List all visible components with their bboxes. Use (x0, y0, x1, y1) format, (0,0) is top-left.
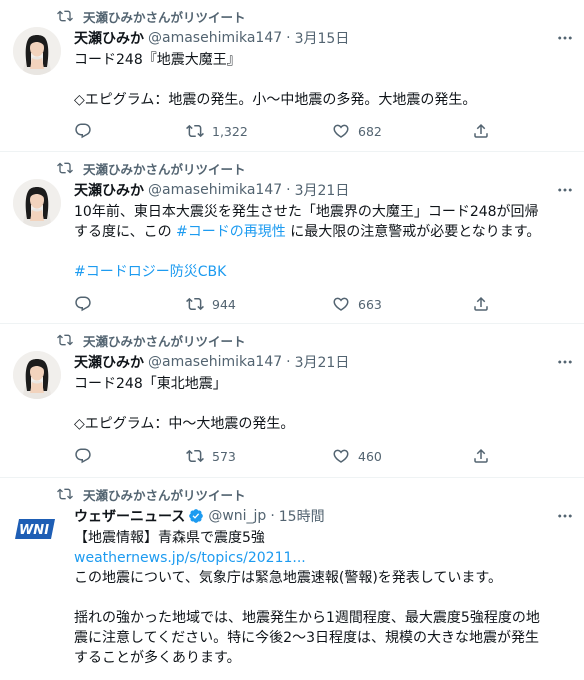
display-name[interactable]: 天瀬ひみか (74, 28, 144, 48)
separator-dot: · (286, 30, 291, 46)
avatar[interactable] (13, 179, 61, 227)
tweet-2[interactable]: 天瀬ひみかさんがリツイート 天瀬ひみか @amasehimika147 · 3月… (0, 152, 584, 324)
share-button[interactable] (472, 294, 498, 314)
heart-icon (332, 122, 350, 140)
wni-logo-text: WNI (19, 523, 49, 538)
more-options-icon[interactable] (556, 181, 574, 199)
tweet-actions: 944 663 (66, 294, 506, 314)
tweet-line: する度に、この #コードの再現性 に最大限の注意警戒が必要となります。 (74, 222, 572, 242)
retweet-icon (186, 447, 204, 465)
retweet-button[interactable]: 1,322 (186, 121, 248, 141)
share-icon (472, 295, 490, 313)
more-options-icon[interactable] (556, 29, 574, 47)
tweet-text: コード248『地震大魔王』 ◇エピグラム：地震の発生。小〜中地震の多発。大地震の… (74, 50, 572, 110)
retweet-icon (57, 8, 73, 24)
retweet-label[interactable]: 天瀬ひみかさんがリツイート (83, 159, 246, 178)
retweet-indicator: 天瀬ひみかさんがリツイート (57, 7, 246, 25)
retweet-count: 944 (212, 296, 236, 312)
user-handle[interactable]: @amasehimika147 (148, 354, 282, 370)
share-icon (472, 447, 490, 465)
retweet-icon (186, 295, 204, 313)
more-options-icon[interactable] (556, 507, 574, 525)
avatar[interactable] (13, 351, 61, 399)
wni-avatar[interactable]: WNI (13, 505, 61, 553)
tweet-4[interactable]: 天瀬ひみかさんがリツイート WNI ウェザーニュース @wni_jp · 15時… (0, 478, 584, 680)
display-name[interactable]: ウェザーニュース (74, 506, 185, 526)
like-count: 682 (358, 123, 382, 139)
tweet-actions: 573 460 (66, 446, 506, 466)
hashtag-link[interactable]: #コードの再現性 (176, 224, 286, 240)
retweet-icon (57, 486, 73, 502)
separator-dot: · (270, 508, 275, 524)
tweet-line: することが多くあります。 (74, 650, 241, 666)
like-button[interactable]: 460 (332, 446, 382, 466)
retweet-indicator: 天瀬ひみかさんがリツイート (57, 331, 246, 349)
tweet-line: 【地震情報】青森県で震度5強 (74, 530, 265, 546)
hashtag-link[interactable]: #コードロジー防災CBK (74, 262, 572, 282)
tweet-line: この地震について、気象庁は緊急地震速報(警報)を発表しています。 (74, 570, 502, 586)
tweet-line: コード248「東北地震」 (74, 376, 227, 392)
heart-icon (332, 295, 350, 313)
heart-icon (332, 447, 350, 465)
display-name[interactable]: 天瀬ひみか (74, 180, 144, 200)
reply-icon (74, 122, 92, 140)
timestamp[interactable]: 15時間 (279, 506, 325, 526)
share-button[interactable] (472, 446, 498, 466)
like-button[interactable]: 682 (332, 121, 382, 141)
tweet-1[interactable]: 天瀬ひみかさんがリツイート 天瀬ひみか @amasehimika147 · 3月… (0, 0, 584, 152)
like-count: 460 (358, 448, 382, 464)
retweet-label[interactable]: 天瀬ひみかさんがリツイート (83, 331, 246, 350)
retweet-button[interactable]: 573 (186, 446, 236, 466)
reply-icon (74, 447, 92, 465)
tweet-text: 【地震情報】青森県で震度5強 weathernews.jp/s/topics/2… (74, 528, 572, 668)
like-count: 663 (358, 296, 382, 312)
verified-badge-icon (189, 509, 204, 523)
tweet-line: ◇エピグラム：中〜大地震の発生。 (74, 416, 295, 432)
user-handle[interactable]: @amasehimika147 (148, 30, 282, 46)
tweet-3[interactable]: 天瀬ひみかさんがリツイート 天瀬ひみか @amasehimika147 · 3月… (0, 324, 584, 478)
retweet-icon (57, 332, 73, 348)
tweet-text: コード248「東北地震」 ◇エピグラム：中〜大地震の発生。 (74, 374, 572, 434)
retweet-indicator: 天瀬ひみかさんがリツイート (57, 159, 246, 177)
reply-button[interactable] (74, 294, 100, 314)
timestamp[interactable]: 3月15日 (295, 28, 350, 48)
more-options-icon[interactable] (556, 353, 574, 371)
tweet-actions: 1,322 682 (66, 121, 506, 141)
retweet-count: 1,322 (212, 123, 248, 139)
avatar[interactable] (13, 27, 61, 75)
retweet-indicator: 天瀬ひみかさんがリツイート (57, 485, 246, 503)
retweet-button[interactable]: 944 (186, 294, 236, 314)
display-name[interactable]: 天瀬ひみか (74, 352, 144, 372)
separator-dot: · (286, 354, 291, 370)
separator-dot: · (286, 182, 291, 198)
tweet-header: 天瀬ひみか @amasehimika147 · 3月15日 (74, 28, 548, 48)
user-handle[interactable]: @amasehimika147 (148, 182, 282, 198)
tweet-line: 10年前、東日本大震災を発生させた「地震界の大魔王」コード248が回帰 (74, 204, 539, 220)
user-handle[interactable]: @wni_jp (208, 508, 266, 524)
tweet-header: 天瀬ひみか @amasehimika147 · 3月21日 (74, 180, 548, 200)
retweet-label[interactable]: 天瀬ひみかさんがリツイート (83, 485, 246, 504)
retweet-icon (186, 122, 204, 140)
share-icon (472, 122, 490, 140)
retweet-icon (57, 160, 73, 176)
tweet-line: ◇エピグラム：地震の発生。小〜中地震の多発。大地震の発生。 (74, 92, 477, 108)
timestamp[interactable]: 3月21日 (295, 352, 350, 372)
reply-button[interactable] (74, 121, 100, 141)
like-button[interactable]: 663 (332, 294, 382, 314)
tweet-line: 震に注意してください。特に今後2〜3日程度は、規模の大きな地震が発生 (74, 630, 539, 646)
tweet-header: 天瀬ひみか @amasehimika147 · 3月21日 (74, 352, 548, 372)
tweet-text: 10年前、東日本大震災を発生させた「地震界の大魔王」コード248が回帰 する度に… (74, 202, 572, 282)
retweet-label[interactable]: 天瀬ひみかさんがリツイート (83, 7, 246, 26)
article-link[interactable]: weathernews.jp/s/topics/20211... (74, 548, 572, 568)
reply-icon (74, 295, 92, 313)
tweet-line: 揺れの強かった地域では、地震発生から1週間程度、最大震度5強程度の地 (74, 610, 540, 626)
tweet-line: コード248『地震大魔王』 (74, 52, 241, 68)
reply-button[interactable] (74, 446, 100, 466)
retweet-count: 573 (212, 448, 236, 464)
tweet-text-segment: する度に、この (74, 224, 177, 240)
tweet-text-segment: に最大限の注意警戒が必要となります。 (285, 224, 541, 240)
tweet-header: ウェザーニュース @wni_jp · 15時間 (74, 506, 548, 526)
share-button[interactable] (472, 121, 498, 141)
timestamp[interactable]: 3月21日 (295, 180, 350, 200)
